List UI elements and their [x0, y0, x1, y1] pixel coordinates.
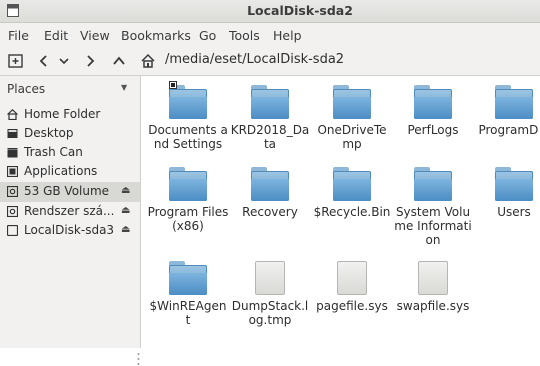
file-item-label: DumpStack.l og.tmp: [231, 299, 309, 327]
menu-help[interactable]: Help: [273, 28, 302, 43]
folder-icon: [169, 261, 207, 295]
eject-icon[interactable]: ⏏: [121, 185, 130, 196]
file-item-label: pagefile.sys: [316, 299, 388, 313]
file-view[interactable]: Documents and Settings KRD2018_Da ta One…: [141, 76, 540, 348]
sidebar-item-label: Applications: [24, 164, 98, 178]
new-tab-icon[interactable]: [8, 53, 24, 69]
file-item-swapfile-sys[interactable]: swapfile.sys: [391, 261, 475, 341]
sidebar-item-label: Home Folder: [24, 107, 101, 121]
file-item-perflogs[interactable]: PerfLogs: [391, 85, 475, 165]
location-path[interactable]: /media/eset/LocalDisk-sda2: [165, 52, 344, 67]
folder-icon: [169, 81, 207, 119]
folder-icon: [414, 85, 452, 119]
file-item-krd2018-data[interactable]: KRD2018_Da ta: [228, 85, 312, 165]
file-item-label: Users: [497, 205, 531, 219]
menu-bookmarks[interactable]: Bookmarks: [121, 28, 191, 43]
forward-icon[interactable]: [82, 53, 98, 69]
folder-icon: [333, 167, 371, 201]
sidebar-item-label: LocalDisk-sda3: [24, 223, 115, 237]
file-item-recycle-bin[interactable]: $Recycle.Bin: [310, 167, 394, 251]
desktop-icon: [7, 129, 18, 138]
sidebar-item-desktop[interactable]: Desktop: [0, 124, 140, 144]
menu-file[interactable]: File: [8, 28, 29, 43]
menu-edit[interactable]: Edit: [44, 28, 68, 43]
file-item-programdata[interactable]: ProgramD a: [472, 85, 540, 165]
file-item-recovery[interactable]: Recovery: [228, 167, 312, 251]
folder-icon: [495, 85, 533, 119]
file-item-system-volume-information[interactable]: System Volume Information: [391, 167, 475, 251]
file-item-program-files-x86[interactable]: Program Files (x86): [146, 167, 230, 251]
sidebar-item-label: Desktop: [24, 126, 74, 140]
sidebar-item-label: Trash Can: [24, 145, 83, 159]
folder-icon: [333, 85, 371, 119]
sidebar-item-localdisk-sda3[interactable]: LocalDisk-sda3 ⏏: [0, 221, 140, 241]
file-item-label: KRD2018_Da ta: [230, 123, 310, 151]
window-title: LocalDisk-sda2: [247, 3, 353, 18]
trash-icon: [7, 148, 18, 158]
file-item-label: Program Files (x86): [147, 205, 229, 233]
file-item-dumpstack-log-tmp[interactable]: DumpStack.l og.tmp: [228, 261, 312, 341]
folder-icon: [495, 167, 533, 201]
sidebar-item-label: Rendszer szá...: [24, 204, 115, 218]
file-item-label: System Volume Information: [394, 205, 472, 247]
places-dropdown-icon[interactable]: ▼: [121, 83, 127, 92]
drive-icon: [7, 225, 18, 236]
file-item-pagefile-sys[interactable]: pagefile.sys: [310, 261, 394, 341]
file-item-winreagent[interactable]: $WinREAgen t: [146, 261, 230, 341]
toolbar: /media/eset/LocalDisk-sda2: [0, 47, 540, 76]
drive-icon: [7, 206, 18, 217]
file-item-label: Recovery: [242, 205, 298, 219]
file-icon: [255, 261, 285, 295]
eject-icon[interactable]: ⏏: [121, 224, 130, 235]
file-item-label: $Recycle.Bin: [313, 205, 391, 219]
folder-icon: [251, 167, 289, 201]
eject-icon[interactable]: ⏏: [121, 205, 130, 216]
menu-tools[interactable]: Tools: [229, 28, 260, 43]
file-item-label: OneDriveTe mp: [317, 123, 387, 151]
menu-go[interactable]: Go: [199, 28, 216, 43]
sidebar-item-home-folder[interactable]: Home Folder: [0, 105, 140, 125]
file-item-onedrivetemp[interactable]: OneDriveTe mp: [310, 85, 394, 165]
menu-bar: File Edit View Bookmarks Go Tools Help: [0, 23, 540, 47]
file-icon: [418, 261, 448, 295]
home-icon[interactable]: [140, 53, 156, 69]
drive-icon: [7, 186, 18, 197]
sidebar-resize-handle[interactable]: [137, 352, 140, 366]
menu-view[interactable]: View: [80, 28, 110, 43]
link-badge-icon: [169, 81, 177, 89]
title-bar[interactable]: LocalDisk-sda2: [0, 0, 540, 23]
sidebar-item-53gb-volume[interactable]: 53 GB Volume ⏏: [0, 182, 140, 202]
file-item-users[interactable]: Users: [472, 167, 540, 251]
sidebar-item-rendszer[interactable]: Rendszer szá... ⏏: [0, 202, 140, 222]
file-item-label: $WinREAgen t: [149, 299, 227, 327]
folder-icon: [169, 167, 207, 201]
sidebar-item-label: 53 GB Volume: [24, 184, 110, 198]
back-history-dropdown-icon[interactable]: [56, 53, 72, 69]
sidebar-item-applications[interactable]: Applications: [0, 162, 140, 182]
parent-folder-icon[interactable]: [111, 53, 127, 69]
file-item-label: PerfLogs: [407, 123, 459, 137]
file-item-label: swapfile.sys: [396, 299, 470, 313]
folder-icon: [414, 167, 452, 201]
home-icon: [7, 109, 18, 120]
places-sidebar: Places ▼ Home Folder Desktop Trash Can A…: [0, 76, 141, 365]
sidebar-item-trash-can[interactable]: Trash Can: [0, 143, 140, 163]
file-icon: [337, 261, 367, 295]
applications-icon: [7, 166, 18, 177]
file-item-label: Documents and Settings: [148, 123, 228, 151]
places-header[interactable]: Places: [7, 82, 45, 96]
file-item-documents-and-settings[interactable]: Documents and Settings: [146, 81, 230, 165]
file-item-label: ProgramD a: [478, 123, 540, 137]
folder-icon: [251, 85, 289, 119]
back-icon[interactable]: [36, 53, 52, 69]
